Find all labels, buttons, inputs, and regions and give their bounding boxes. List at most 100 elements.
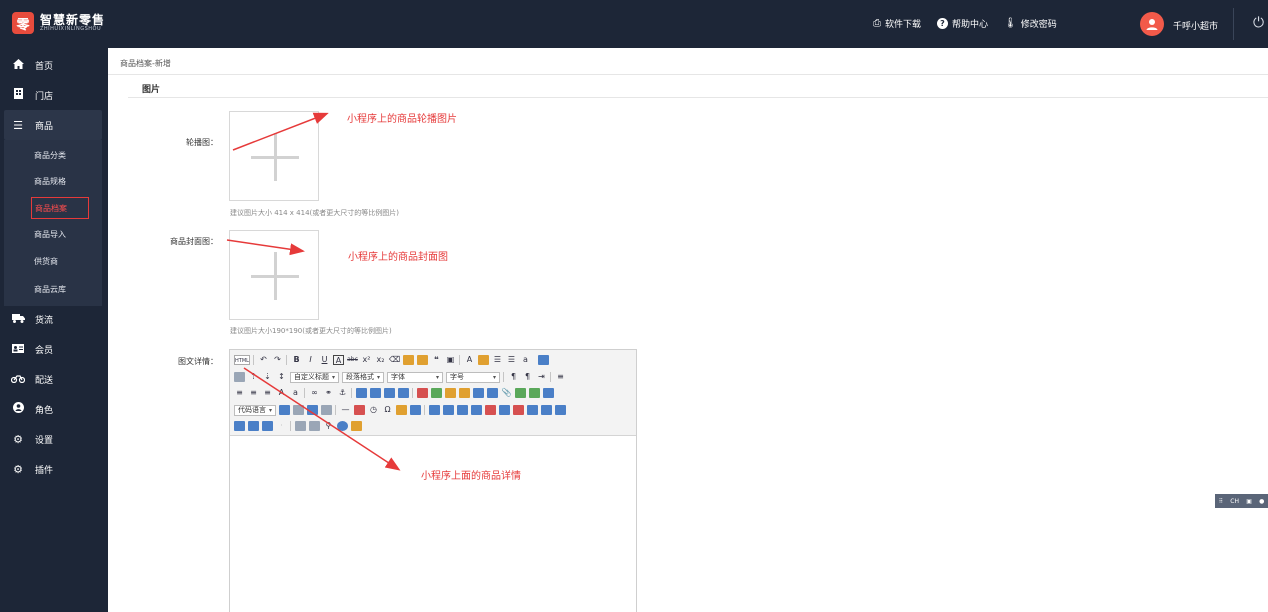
print-icon[interactable] xyxy=(295,421,306,431)
align-right-icon[interactable]: ≡ xyxy=(248,388,259,398)
image-right-icon[interactable] xyxy=(384,388,395,398)
horizontal-rule-icon[interactable]: — xyxy=(340,405,351,415)
sidebar-item-goods[interactable]: ☰ 商品 xyxy=(4,110,102,140)
redo-icon[interactable]: ↷ xyxy=(272,355,283,365)
power-icon[interactable]: ⏻ xyxy=(1253,15,1264,31)
drafts-icon[interactable] xyxy=(351,421,362,431)
sidebar-item-settings[interactable]: ⚙ 设置 xyxy=(0,424,108,454)
undo-icon[interactable]: ↶ xyxy=(258,355,269,365)
map-icon[interactable] xyxy=(515,388,526,398)
submenu-item-supplier[interactable]: 供货商 xyxy=(34,256,58,267)
attachment-icon[interactable]: 📎 xyxy=(501,388,512,398)
image-center-icon[interactable] xyxy=(398,388,409,398)
sidebar-item-member[interactable]: 会员 xyxy=(0,334,108,364)
unordered-list-icon[interactable]: ☰ xyxy=(506,355,517,365)
submenu-item-cloud[interactable]: 商品云库 xyxy=(34,284,66,295)
date-icon[interactable] xyxy=(354,405,366,415)
help-center-link[interactable]: ? 帮助中心 xyxy=(937,17,988,30)
insert-video-icon[interactable] xyxy=(473,388,484,398)
submenu-item-spec[interactable]: 商品规格 xyxy=(34,176,66,187)
row-spacing-top-icon[interactable]: ⇡ xyxy=(248,372,259,382)
delete-row-icon[interactable] xyxy=(485,405,497,415)
software-download-link[interactable]: ⎙ 软件下载 xyxy=(873,17,921,30)
emotion-icon[interactable] xyxy=(445,388,456,398)
italic-icon[interactable]: I xyxy=(305,355,316,365)
format-brush-icon[interactable] xyxy=(403,355,414,365)
change-password-link[interactable]: 🌡 修改密码 xyxy=(1004,17,1057,30)
image-left-icon[interactable] xyxy=(370,388,381,398)
chart-icon[interactable]: · xyxy=(276,421,287,431)
carousel-upload[interactable] xyxy=(229,111,319,201)
auto-format-icon[interactable] xyxy=(417,355,428,365)
help-icon[interactable] xyxy=(337,421,348,431)
split-to-cols-icon[interactable] xyxy=(262,421,273,431)
subscript-icon[interactable]: x₂ xyxy=(375,355,386,365)
heading-select[interactable]: 自定义标题 ▾ xyxy=(290,371,340,383)
eraser-icon[interactable]: ⌫ xyxy=(389,355,400,365)
sidebar-item-logistics[interactable]: 货流 xyxy=(0,304,108,334)
strikethrough-icon[interactable]: abc xyxy=(347,355,358,365)
preview-icon[interactable] xyxy=(538,355,549,365)
sidebar-item-store[interactable]: 门店 xyxy=(0,80,108,110)
merge-cells-icon[interactable] xyxy=(527,405,539,415)
split-to-cells-icon[interactable] xyxy=(234,421,245,431)
sidebar-item-plugin[interactable]: ⚙ 插件 xyxy=(0,454,108,484)
font-color-icon[interactable]: A xyxy=(464,355,475,365)
submenu-item-category[interactable]: 商品分类 xyxy=(34,150,66,161)
uppercase-icon[interactable]: A xyxy=(276,388,287,398)
background-color-icon[interactable] xyxy=(478,355,489,365)
code-language-select[interactable]: 代码语言 ▾ xyxy=(234,404,277,416)
editor-content-area[interactable] xyxy=(230,437,636,612)
avatar[interactable] xyxy=(1140,12,1164,36)
page-break-icon[interactable] xyxy=(293,405,305,415)
background-icon[interactable] xyxy=(321,405,333,415)
lowercase-icon[interactable]: a xyxy=(290,388,301,398)
bold-icon[interactable]: B xyxy=(291,355,302,365)
preview-doc-icon[interactable] xyxy=(309,421,320,431)
brand-logo[interactable]: 零 xyxy=(12,12,34,34)
blockquote-icon[interactable]: ❝ xyxy=(431,355,442,365)
underline-icon[interactable]: U xyxy=(319,355,330,365)
row-spacing-bottom-icon[interactable]: ⇣ xyxy=(262,372,273,382)
align-center-icon[interactable]: ≡ xyxy=(234,388,245,398)
time-icon[interactable]: ◷ xyxy=(368,405,379,415)
submenu-item-archive[interactable]: 商品档案 xyxy=(31,197,89,219)
simple-upload-icon[interactable] xyxy=(417,388,428,398)
insert-image-icon[interactable] xyxy=(431,388,442,398)
superscript-icon[interactable]: x² xyxy=(361,355,372,365)
ime-badge[interactable]: ⠿ CH ▣ ● xyxy=(1215,494,1268,508)
sidebar-item-delivery[interactable]: 配送 xyxy=(0,364,108,394)
indent-icon[interactable]: ⇥ xyxy=(536,372,547,382)
search-icon[interactable]: ⚲ xyxy=(323,421,334,431)
merge-down-icon[interactable] xyxy=(555,405,567,415)
insert-col-icon[interactable] xyxy=(499,405,511,415)
insert-code-icon[interactable] xyxy=(279,405,291,415)
html-source-icon[interactable]: HTML xyxy=(234,355,250,365)
clear-doc-icon[interactable] xyxy=(234,372,245,382)
sidebar-item-role[interactable]: 角色 xyxy=(0,394,108,424)
font-select[interactable]: 字体 ▾ xyxy=(387,371,444,383)
align-left-icon[interactable]: ≡ xyxy=(555,372,566,382)
submenu-item-import[interactable]: 商品导入 xyxy=(34,229,66,240)
size-select[interactable]: 字号 ▾ xyxy=(446,371,501,383)
template-icon[interactable] xyxy=(307,405,319,415)
insert-paragraph-before-table-icon[interactable] xyxy=(457,405,469,415)
sidebar-item-home[interactable]: 首页 xyxy=(0,50,108,80)
scrawl-icon[interactable] xyxy=(459,388,470,398)
user-name[interactable]: 千呼小超市 xyxy=(1173,19,1218,32)
special-chars-icon[interactable]: Ω xyxy=(382,405,393,415)
music-icon[interactable] xyxy=(487,388,498,398)
wordimage-icon[interactable] xyxy=(396,405,408,415)
google-map-icon[interactable] xyxy=(529,388,540,398)
align-justify-icon[interactable]: ≡ xyxy=(262,388,273,398)
paste-text-icon[interactable]: ▣ xyxy=(445,355,456,365)
merge-right-icon[interactable] xyxy=(541,405,553,415)
ordered-list-icon[interactable]: ☰ xyxy=(492,355,503,365)
select-all-icon[interactable]: a xyxy=(520,355,531,365)
line-height-icon[interactable]: ↕ xyxy=(276,372,287,382)
border-icon[interactable]: A xyxy=(333,355,344,365)
unlink-icon[interactable]: ⚭ xyxy=(323,388,334,398)
rtl-icon[interactable]: ¶ xyxy=(522,372,533,382)
split-to-rows-icon[interactable] xyxy=(248,421,259,431)
link-icon[interactable]: ∞ xyxy=(309,388,320,398)
